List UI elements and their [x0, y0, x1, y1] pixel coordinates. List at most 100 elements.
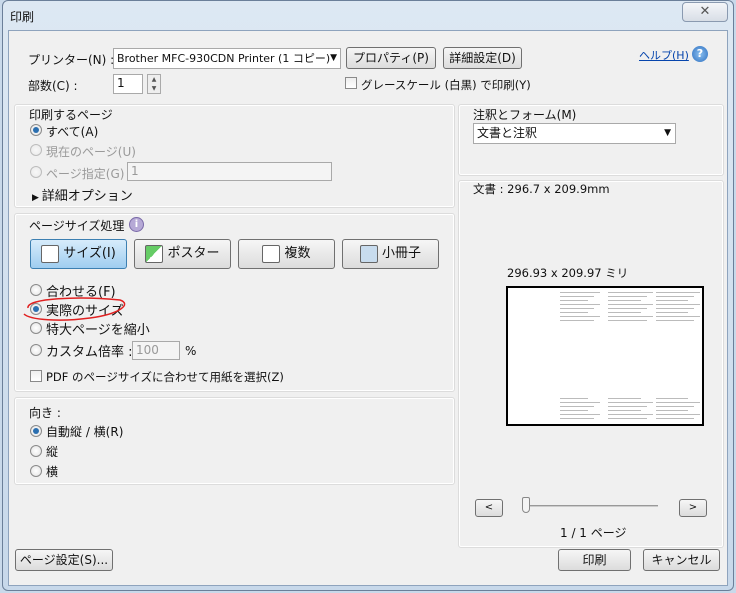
thumbnail-text-line — [656, 414, 700, 415]
thumbnail-text-line — [656, 320, 694, 321]
page-setup-button[interactable]: ページ設定(S)... — [15, 549, 113, 571]
tab-booklet[interactable]: 小冊子 — [342, 239, 439, 269]
copies-stepper[interactable]: ▲ ▼ — [147, 74, 161, 94]
info-icon[interactable]: i — [129, 217, 144, 232]
radio-landscape[interactable] — [30, 465, 42, 477]
thumbnail-text-line — [608, 402, 653, 403]
thumbnail-text-line — [656, 418, 694, 419]
thumbnail-text-line — [608, 300, 641, 301]
triangle-right-icon: ▶ — [32, 193, 42, 203]
shrink-label: 特大ページを縮小 — [46, 323, 150, 338]
grayscale-checkbox[interactable] — [345, 77, 357, 89]
thumbnail-text-line — [656, 402, 700, 403]
radio-range[interactable] — [30, 166, 42, 178]
thumbnail-text-line — [560, 308, 594, 309]
orientation-panel — [14, 397, 455, 485]
radio-portrait[interactable] — [30, 445, 42, 457]
printer-value: Brother MFC-930CDN Printer (1 コピー) — [117, 52, 331, 65]
help-icon[interactable]: ? — [692, 46, 708, 62]
sizing-title: ページサイズ処理 — [29, 219, 125, 233]
cancel-button[interactable]: キャンセル — [643, 549, 720, 571]
page-slider-track[interactable] — [522, 505, 658, 507]
custom-scale-label: カスタム倍率 : — [46, 345, 133, 360]
close-icon: ✕ — [699, 4, 711, 19]
thumbnail-text-line — [560, 410, 588, 411]
thumbnail-text-line — [560, 312, 588, 313]
thumbnail-text-line — [608, 296, 647, 297]
thumbnail-text-line — [608, 304, 653, 305]
pages-title: 印刷するページ — [29, 108, 113, 122]
radio-shrink[interactable] — [30, 322, 42, 334]
thumbnail-text-line — [656, 308, 694, 309]
copies-label: 部数(C) : — [28, 79, 78, 93]
pdf-paper-label: PDF のページサイズに合わせて用紙を選択(Z) — [46, 370, 284, 384]
range-input[interactable]: 1 — [127, 162, 332, 181]
thumbnail-text-line — [656, 304, 700, 305]
radio-all[interactable] — [30, 124, 42, 136]
tab-booklet-label: 小冊子 — [381, 246, 421, 261]
printer-label: プリンター(N) : — [28, 53, 115, 67]
thumbnail-text-line — [608, 398, 641, 399]
properties-button[interactable]: プロパティ(P) — [346, 47, 436, 69]
more-options-toggle[interactable]: ▶ 詳細オプション — [32, 185, 133, 204]
chevron-down-icon: ▼ — [664, 128, 671, 138]
thumbnail-text-line — [560, 406, 594, 407]
chevron-down-icon: ▼ — [330, 53, 337, 63]
thumbnail-text-line — [656, 410, 688, 411]
tab-multiple-label: 複数 — [284, 246, 311, 261]
thumbnail-text-line — [608, 292, 653, 293]
thumbnail-text-line — [608, 410, 641, 411]
tab-multiple[interactable]: 複数 — [238, 239, 335, 269]
current-label: 現在のページ(U) — [46, 145, 136, 159]
tab-poster[interactable]: ポスター — [134, 239, 231, 269]
thumbnail-text-line — [656, 296, 694, 297]
pdf-paper-checkbox[interactable] — [30, 370, 42, 382]
thumbnail-text-line — [608, 316, 653, 317]
prev-page-button[interactable]: < — [475, 499, 503, 517]
all-label: すべて(A) — [46, 125, 99, 139]
thumbnail-text-line — [560, 320, 594, 321]
next-page-button[interactable]: > — [679, 499, 707, 517]
resize-icon — [41, 244, 60, 263]
auto-label: 自動縦 / 横(R) — [46, 425, 124, 439]
radio-auto[interactable] — [30, 425, 42, 437]
copies-input[interactable]: 1 — [113, 74, 143, 94]
thumbnail-text-line — [656, 398, 688, 399]
window-title: 印刷 — [10, 10, 35, 24]
thumbnail-text-line — [656, 300, 688, 301]
annotations-select[interactable]: 文書と注釈 ▼ — [473, 123, 676, 144]
poster-icon — [145, 244, 164, 263]
thumbnail-text-line — [656, 292, 700, 293]
thumbnail-text-line — [560, 316, 600, 317]
page-indicator: 1 / 1 ページ — [560, 526, 627, 540]
landscape-label: 横 — [46, 465, 59, 479]
thumbnail-text-line — [608, 312, 641, 313]
tab-size-label: サイズ(I) — [63, 246, 116, 261]
radio-current[interactable] — [30, 144, 42, 156]
print-button[interactable]: 印刷 — [558, 549, 631, 571]
printer-select[interactable]: Brother MFC-930CDN Printer (1 コピー) ▼ — [113, 48, 341, 69]
page-preview-thumbnail — [506, 286, 704, 426]
paper-size: 296.93 x 209.97 ミリ — [507, 266, 629, 280]
advanced-button[interactable]: 詳細設定(D) — [443, 47, 522, 69]
thumbnail-text-line — [560, 300, 588, 301]
page-slider-thumb[interactable] — [522, 497, 530, 513]
thumbnail-text-line — [560, 296, 594, 297]
thumbnail-text-line — [560, 402, 600, 403]
help-link[interactable]: ヘルプ(H) — [639, 47, 689, 63]
tab-size[interactable]: サイズ(I) — [30, 239, 127, 269]
more-options-label: 詳細オプション — [41, 189, 133, 204]
radio-custom-scale[interactable] — [30, 344, 42, 356]
grayscale-label: グレースケール (白黒) で印刷(Y) — [361, 78, 531, 92]
tab-poster-label: ポスター — [167, 246, 220, 261]
close-button[interactable]: ✕ — [682, 2, 728, 22]
thumbnail-text-line — [560, 418, 594, 419]
custom-scale-input[interactable]: 100 — [132, 341, 180, 360]
annotations-title: 注釈とフォーム(M) — [473, 108, 577, 122]
thumbnail-text-line — [608, 414, 653, 415]
thumbnail-text-line — [560, 414, 600, 415]
thumbnail-text-line — [560, 292, 600, 293]
orientation-title: 向き : — [29, 406, 61, 420]
annotations-value: 文書と注釈 — [477, 126, 538, 140]
percent-label: % — [185, 344, 197, 358]
